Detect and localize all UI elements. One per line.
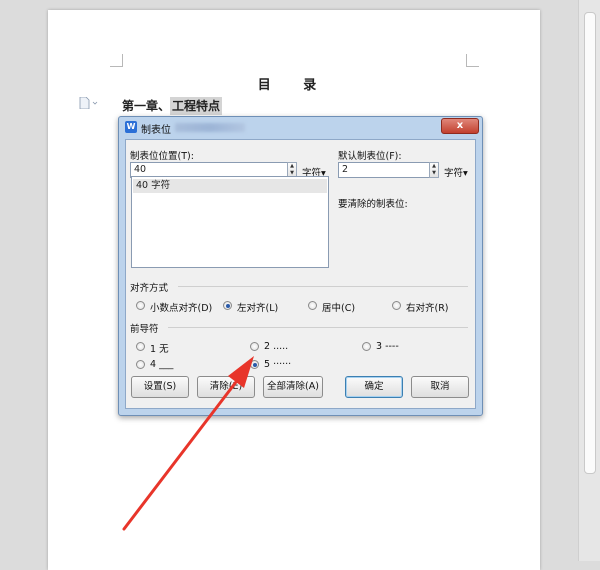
clear-button[interactable]: 清除(E) <box>197 376 255 398</box>
label-leader-none[interactable]: 1 无 <box>150 341 169 355</box>
tabs-to-clear-label: 要清除的制表位: <box>338 199 408 210</box>
radio-leader-underline[interactable] <box>136 360 145 369</box>
default-tab-spin-icon[interactable]: ▲ ▼ <box>429 162 439 178</box>
radio-leader-none[interactable] <box>136 342 145 351</box>
radio-align-right[interactable] <box>392 301 401 310</box>
tab-position-list[interactable]: 40 字符 <box>131 176 329 268</box>
radio-leader-dots[interactable] <box>250 342 259 351</box>
document-icon[interactable] <box>79 97 101 109</box>
dialog-body: 制表位位置(T): 40 ▲ ▼ 字符▾ 40 字符 默认制表位(F): 2 ▲ ▼… <box>125 139 476 409</box>
vertical-scrollbar[interactable] <box>578 0 600 561</box>
leader-group-label: 前导符 <box>130 324 159 335</box>
crop-mark-top-right <box>466 54 479 67</box>
radio-align-decimal[interactable] <box>136 301 145 310</box>
ok-button[interactable]: 确定 <box>345 376 403 398</box>
tab-position-label: 制表位位置(T): <box>130 151 194 162</box>
list-item[interactable]: 40 字符 <box>133 179 327 193</box>
set-button[interactable]: 设置(S) <box>131 376 189 398</box>
dialog-title: 制表位 <box>141 125 171 136</box>
chapter-heading: 第一章、 工程特点 <box>122 97 223 115</box>
label-align-right[interactable]: 右对齐(R) <box>406 300 449 314</box>
alignment-group-label: 对齐方式 <box>130 283 169 294</box>
radio-leader-middle-dots[interactable] <box>250 360 259 369</box>
dialog-titlebar[interactable]: W 制表位 x <box>119 117 482 137</box>
radio-align-center[interactable] <box>308 301 317 310</box>
default-tab-input[interactable]: 2 <box>338 162 430 178</box>
chapter-heading-prefix: 第一章、 <box>122 99 171 113</box>
scrollbar-thumb[interactable] <box>584 12 596 474</box>
tab-stops-dialog: W 制表位 x 制表位位置(T): 40 ▲ ▼ 字符▾ 40 字符 默认制表位(… <box>118 116 483 416</box>
chapter-heading-selected: 工程特点 <box>170 97 223 115</box>
leader-group-divider <box>168 327 468 328</box>
default-tab-label: 默认制表位(F): <box>338 151 402 162</box>
label-leader-underline[interactable]: 4 ___ <box>150 359 173 370</box>
cancel-button[interactable]: 取消 <box>411 376 469 398</box>
wps-writer-icon: W <box>125 121 137 133</box>
crop-mark-top-left <box>110 54 123 67</box>
default-tab-unit-dropdown[interactable]: 字符▾ <box>444 165 468 179</box>
radio-align-left[interactable] <box>223 301 232 310</box>
clear-all-button[interactable]: 全部清除(A) <box>263 376 323 398</box>
label-align-left[interactable]: 左对齐(L) <box>237 300 278 314</box>
label-align-center[interactable]: 居中(C) <box>322 300 355 314</box>
label-leader-middle-dots[interactable]: 5 ······ <box>264 359 291 370</box>
alignment-group-divider <box>178 286 468 287</box>
blurred-title-suffix <box>175 123 245 132</box>
document-title: 目 录 <box>257 78 331 93</box>
label-align-decimal[interactable]: 小数点对齐(D) <box>150 300 212 314</box>
close-button[interactable]: x <box>441 118 479 134</box>
label-leader-dots[interactable]: 2 ..... <box>264 341 288 352</box>
radio-leader-dashes[interactable] <box>362 342 371 351</box>
label-leader-dashes[interactable]: 3 ---- <box>376 341 399 352</box>
